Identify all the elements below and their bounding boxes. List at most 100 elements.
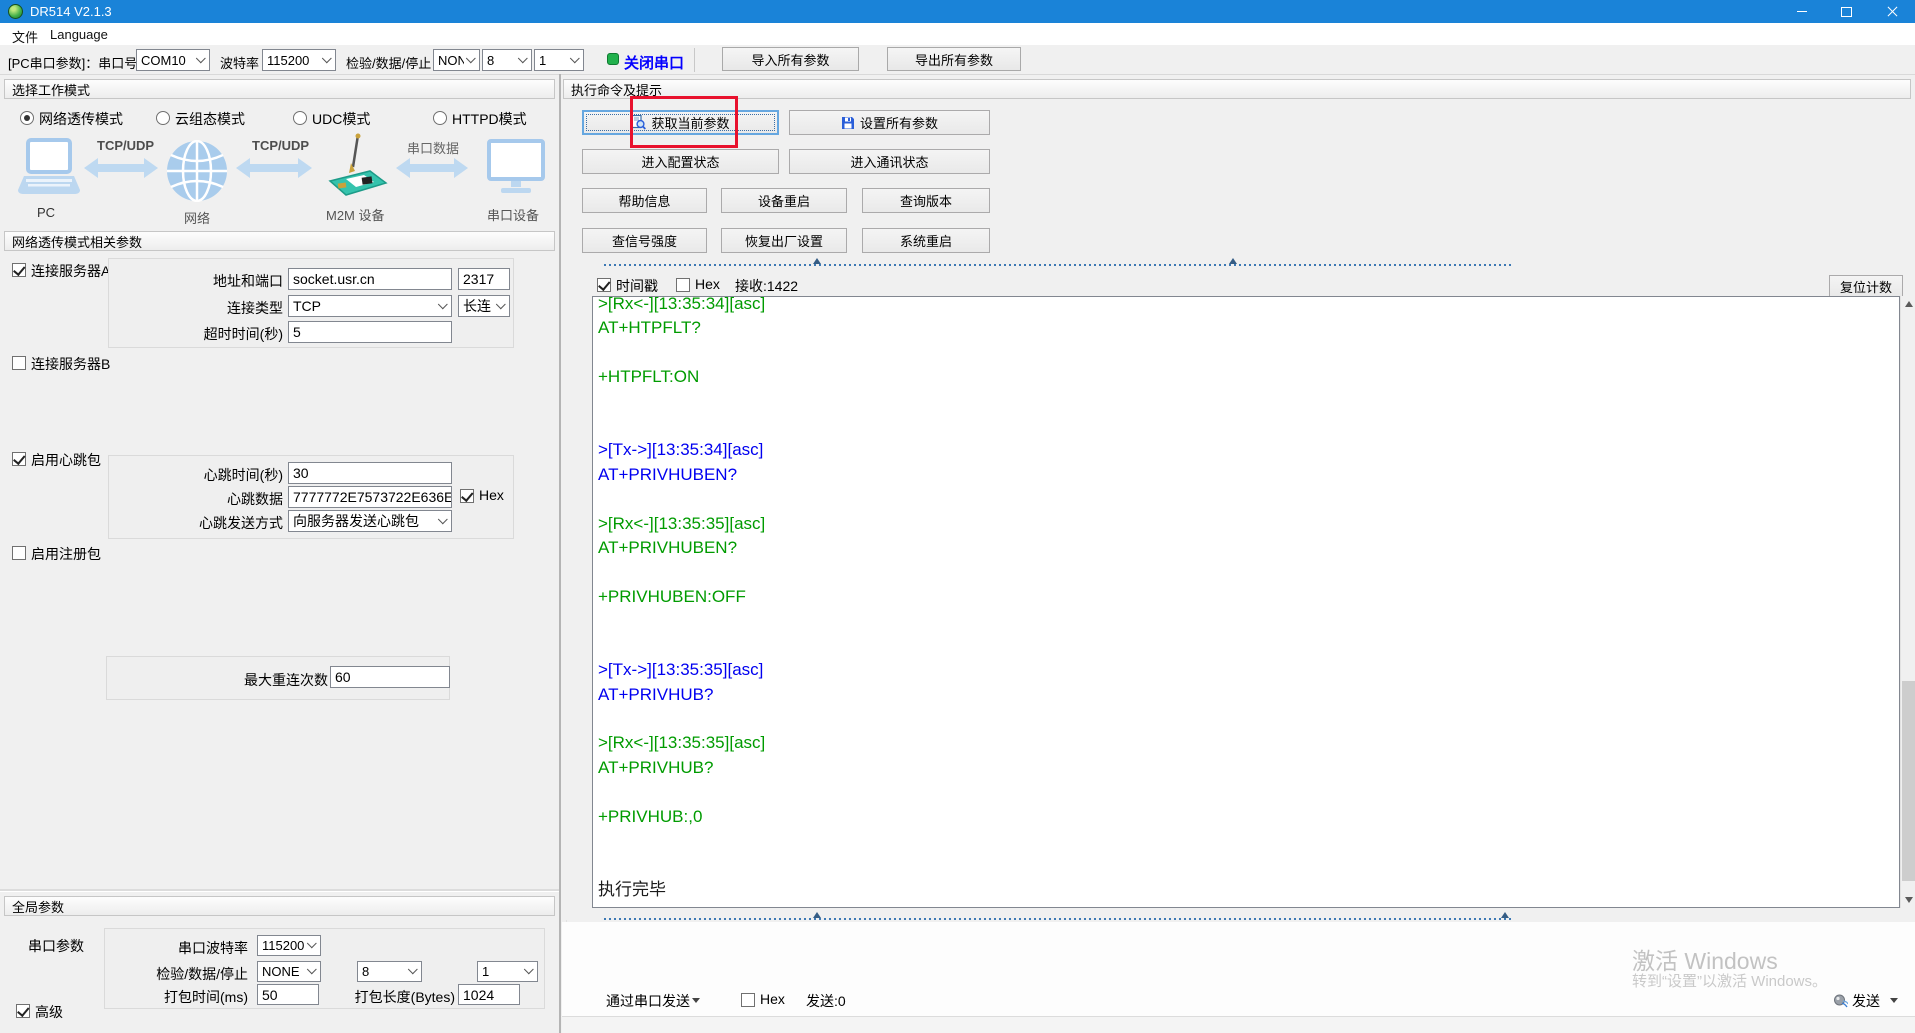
mode-label-passthrough[interactable]: 网络透传模式 [39, 109, 123, 129]
databits-select[interactable]: 8 [482, 49, 532, 71]
sent-counter: 发送:0 [806, 993, 846, 1009]
panel-divider[interactable] [559, 74, 561, 1033]
save-floppy-icon [841, 116, 854, 129]
horizontal-splitter-top[interactable] [604, 264, 1512, 266]
query-signal-button[interactable]: 查信号强度 [582, 228, 707, 253]
mode-label-httpd[interactable]: HTTPD模式 [452, 109, 527, 129]
windows-watermark-subtitle: 转到“设置”以激活 Windows。 [1632, 973, 1828, 990]
radio-mode-passthrough[interactable] [20, 111, 34, 125]
advanced-checkbox[interactable] [16, 1004, 30, 1018]
chevron-down-icon [494, 296, 509, 316]
link-m2m-serial-label: 串口数据 [407, 141, 460, 156]
stopbits-select[interactable]: 1 [534, 49, 584, 71]
splitter-arrow-icon[interactable] [813, 912, 821, 918]
app-window: DR514 V2.1.3 文件 Language [PC串口参数]：串口号 CO… [0, 0, 1915, 1033]
link-net-m2m-label: TCP/UDP [252, 138, 310, 153]
register-checkbox[interactable] [12, 546, 26, 560]
radio-mode-httpd[interactable] [433, 111, 447, 125]
global-parity-select[interactable]: NONE [257, 961, 321, 982]
recv-counter: 接收:1422 [735, 278, 799, 294]
heartbeat-mode-select[interactable]: 向服务器发送心跳包 [288, 510, 452, 532]
global-databits-select[interactable]: 8 [357, 961, 422, 982]
enter-config-button[interactable]: 进入配置状态 [582, 149, 779, 174]
server-a-checkbox[interactable] [12, 263, 26, 277]
maximize-button[interactable] [1824, 0, 1869, 23]
pack-len-input[interactable]: 1024 [458, 984, 520, 1005]
log-hex-checkbox[interactable] [676, 278, 690, 292]
chevron-down-icon [320, 50, 335, 70]
menu-language[interactable]: Language [46, 26, 112, 43]
send-button[interactable]: 发送 [1852, 991, 1880, 1011]
splitter-arrow-icon[interactable] [1229, 258, 1237, 264]
mode-label-cloud[interactable]: 云组态模式 [175, 109, 245, 129]
scroll-up-icon[interactable] [1901, 296, 1915, 312]
chevron-down-icon[interactable] [692, 998, 700, 1003]
query-version-button[interactable]: 查询版本 [862, 188, 990, 213]
splitter-arrow-icon[interactable] [1501, 912, 1509, 918]
enter-comm-button[interactable]: 进入通讯状态 [789, 149, 990, 174]
set-all-params-button[interactable]: 设置所有参数 [789, 110, 990, 135]
menubar: 文件 Language [0, 23, 1915, 46]
menu-file[interactable]: 文件 [8, 26, 42, 47]
radio-mode-cloud[interactable] [156, 111, 170, 125]
server-b-checkbox[interactable] [12, 356, 26, 370]
send-via-dropdown[interactable]: 通过串口发送 [606, 991, 690, 1011]
app-icon [8, 4, 23, 19]
server-b-label: 连接服务器B [31, 356, 111, 372]
server-port-input[interactable]: 2317 [458, 268, 510, 290]
heartbeat-data-input[interactable]: 7777772E7573722E636E [288, 486, 452, 508]
scrollbar-thumb[interactable] [1902, 681, 1915, 881]
send-hex-label: Hex [760, 991, 785, 1007]
parity-select[interactable]: NONI [433, 49, 480, 71]
heartbeat-checkbox[interactable] [12, 452, 26, 466]
export-params-button[interactable]: 导出所有参数 [887, 47, 1021, 71]
node-pc-label: PC [37, 205, 56, 220]
radio-mode-udc[interactable] [293, 111, 307, 125]
close-icon [1887, 6, 1898, 17]
chevron-down-icon [522, 962, 537, 981]
close-port-button[interactable]: 关闭串口 [624, 52, 684, 73]
conn-mode-select[interactable]: 长连 [458, 295, 510, 317]
global-stopbits-select[interactable]: 1 [477, 961, 538, 982]
serial-device-monitor-icon [487, 139, 545, 193]
arrow-pc-net-icon [84, 158, 158, 178]
baud-select[interactable]: 115200 [262, 49, 336, 71]
close-button[interactable] [1870, 0, 1915, 23]
timeout-label: 超时时间(秒) [203, 326, 283, 342]
help-info-button[interactable]: 帮助信息 [582, 188, 707, 213]
horizontal-splitter-bottom[interactable] [604, 918, 1512, 920]
timestamp-checkbox[interactable] [597, 278, 611, 292]
send-hex-checkbox[interactable] [741, 993, 755, 1007]
reset-counter-button[interactable]: 复位计数 [1829, 275, 1903, 297]
com-port-select[interactable]: COM10 [136, 49, 210, 71]
log-scrollbar[interactable] [1900, 296, 1915, 908]
chevron-down-icon[interactable] [1890, 998, 1898, 1003]
reconnect-input[interactable]: 60 [330, 666, 450, 688]
command-section-header: 执行命令及提示 [563, 79, 1911, 99]
section-divider [0, 889, 559, 892]
baud-label: 波特率 [220, 56, 260, 71]
global-baud-select[interactable]: 115200 [257, 935, 321, 956]
factory-reset-button[interactable]: 恢复出厂设置 [721, 228, 847, 253]
heartbeat-hex-checkbox[interactable] [460, 489, 474, 503]
titlebar: DR514 V2.1.3 [0, 0, 1915, 23]
timeout-input[interactable]: 5 [288, 321, 452, 343]
system-restart-button[interactable]: 系统重启 [862, 228, 990, 253]
chevron-down-icon [436, 296, 451, 316]
server-address-input[interactable]: socket.usr.cn [288, 268, 452, 290]
splitter-arrow-icon[interactable] [813, 258, 821, 264]
arrow-m2m-serial-icon [396, 158, 468, 178]
scroll-down-icon[interactable] [1901, 892, 1915, 908]
log-output[interactable]: >[Rx<-][13:35:34][asc] AT+HTPFLT? +HTPFLT… [592, 296, 1900, 908]
heartbeat-time-input[interactable]: 30 [288, 462, 452, 484]
minimize-button[interactable] [1779, 0, 1824, 23]
device-restart-button[interactable]: 设备重启 [721, 188, 847, 213]
toolbar: [PC串口参数]：串口号 COM10 波特率 115200 检验/数据/停止 N… [0, 45, 1915, 75]
pack-time-input[interactable]: 50 [257, 984, 319, 1005]
import-params-button[interactable]: 导入所有参数 [722, 47, 859, 71]
toolbar-separator [694, 48, 695, 72]
global-frame-label: 检验/数据/停止 [156, 966, 248, 982]
global-baud-label: 串口波特率 [178, 940, 248, 956]
mode-label-udc[interactable]: UDC模式 [312, 109, 370, 129]
conn-type-select[interactable]: TCP [288, 295, 452, 317]
